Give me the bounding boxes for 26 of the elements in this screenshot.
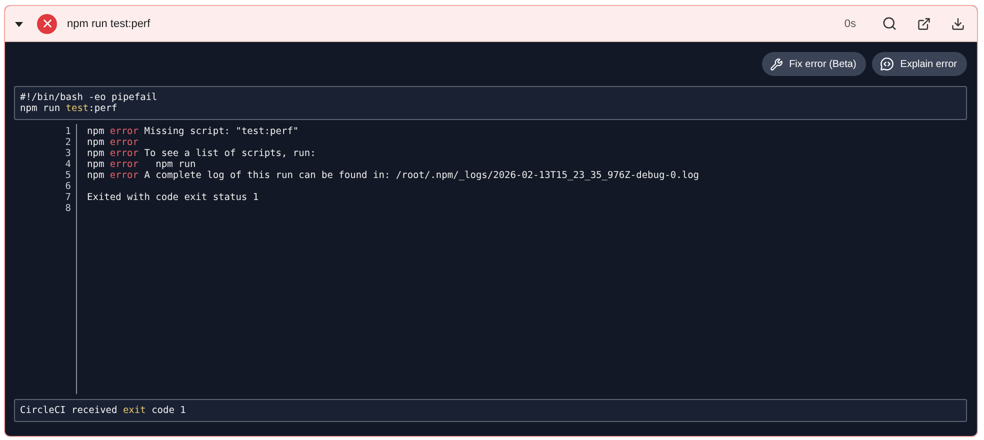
line-number: 4: [65, 159, 71, 170]
duration: 0s: [844, 18, 856, 30]
line-number: 2: [65, 137, 71, 148]
log-line: npm error npm run: [87, 159, 197, 170]
exit-message: CircleCI received exit code 1: [14, 399, 967, 422]
log-line: Exited with code exit status 1: [87, 192, 260, 203]
log-line: npm error Missing script: "test:perf": [87, 126, 300, 137]
caret-icon[interactable]: [15, 20, 23, 28]
line-number: 5: [65, 170, 71, 181]
download-icon[interactable]: [951, 16, 965, 30]
external-link-icon[interactable]: [917, 16, 931, 30]
line-number: 8: [65, 203, 71, 214]
search-icon[interactable]: [882, 16, 897, 31]
line-number: 3: [65, 148, 71, 159]
log-line: npm error To see a list of scripts, run:: [87, 148, 317, 159]
script-block: #!/bin/bash -eo pipefail npm run test:perf: [14, 86, 967, 120]
line-number: 6: [65, 181, 71, 192]
line-number: 1: [65, 126, 71, 137]
log-line: npm error: [87, 137, 140, 148]
step-title: npm run test:perf: [67, 18, 152, 30]
wrench-icon: [770, 58, 784, 70]
line-number: 7: [65, 192, 71, 203]
chat-code-icon: [880, 57, 894, 71]
log-line: npm error A complete log of this run can be found in: /root/.npm/_logs/2026-02-13T15_23_35_976Z-debug-0.log: [87, 170, 700, 181]
explain-error-button[interactable]: Explain error: [872, 52, 967, 76]
fix-error-button[interactable]: Fix error (Beta): [762, 52, 866, 76]
